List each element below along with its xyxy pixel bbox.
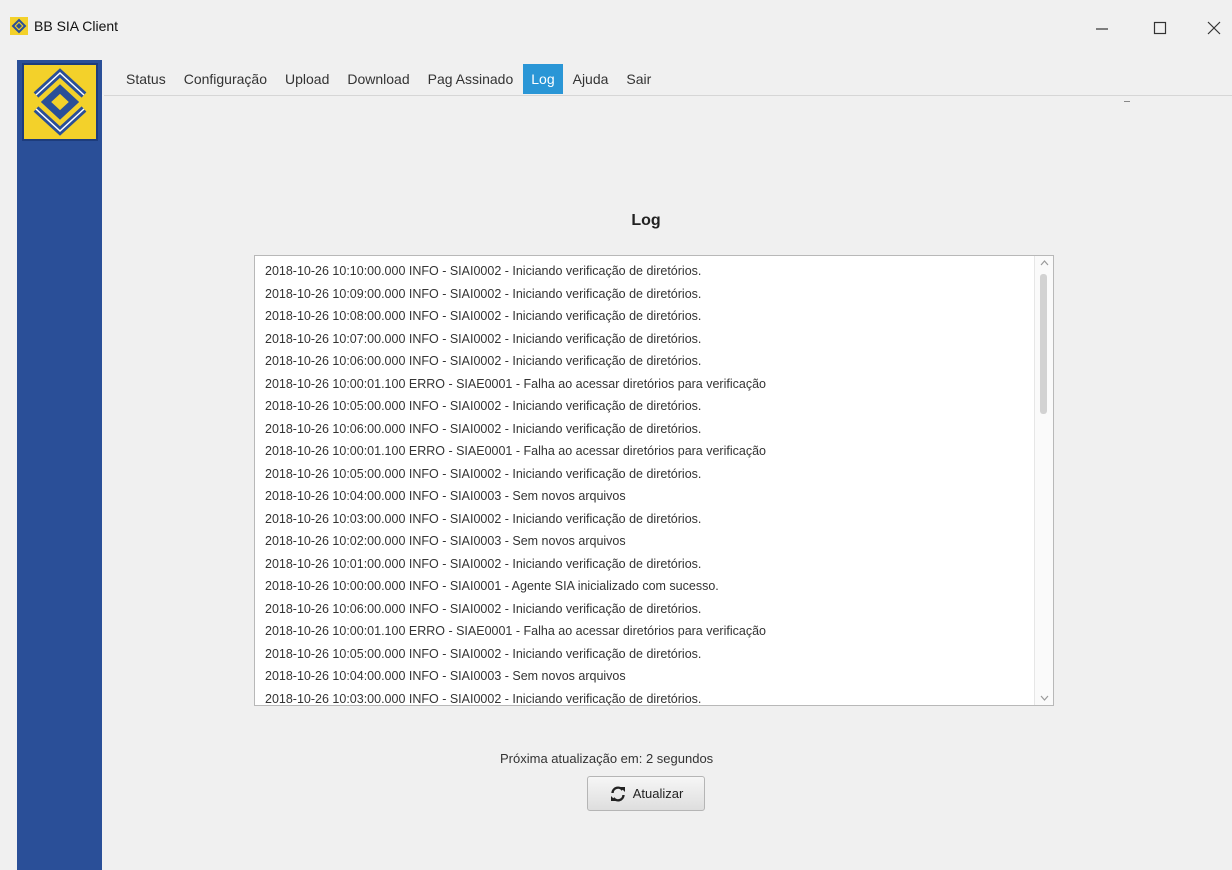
refresh-button[interactable]: Atualizar [587, 776, 705, 811]
maximize-button[interactable] [1140, 12, 1180, 44]
refresh-icon [610, 785, 625, 802]
scroll-up-icon[interactable] [1039, 258, 1049, 268]
log-line: 2018-10-26 10:09:00.000 INFO - SIAI0002 … [265, 286, 702, 301]
log-line: 2018-10-26 10:01:00.000 INFO - SIAI0002 … [265, 556, 702, 571]
log-line: 2018-10-26 10:04:00.000 INFO - SIAI0003 … [265, 489, 626, 503]
sidebar [17, 60, 102, 870]
log-line: 2018-10-26 10:00:01.100 ERRO - SIAE0001 … [265, 444, 766, 458]
divider-mark [1124, 101, 1130, 102]
log-line: 2018-10-26 10:03:00.000 INFO - SIAI0002 … [265, 691, 702, 706]
log-textarea[interactable]: 2018-10-26 10:10:00.000 INFO - SIAI0002 … [254, 255, 1054, 706]
menu-bar: Status Configuração Upload Download Pag … [118, 63, 661, 95]
menu-item-pag-assinado[interactable]: Pag Assinado [420, 64, 522, 94]
log-line: 2018-10-26 10:06:00.000 INFO - SIAI0002 … [265, 601, 702, 616]
minimize-icon [1096, 28, 1108, 30]
scroll-down-icon[interactable] [1039, 693, 1049, 703]
log-line: 2018-10-26 10:05:00.000 INFO - SIAI0002 … [265, 399, 702, 413]
log-line: 2018-10-26 10:06:00.000 INFO - SIAI0002 … [265, 421, 702, 436]
log-line: 2018-10-26 10:05:00.000 INFO - SIAI0002 … [265, 466, 702, 481]
menu-item-sair[interactable]: Sair [618, 64, 659, 94]
app-logo-icon [10, 17, 28, 35]
log-line: 2018-10-26 10:00:00.000 INFO - SIAI0001 … [265, 579, 719, 593]
window-title: BB SIA Client [34, 18, 119, 34]
log-line: 2018-10-26 10:04:00.000 INFO - SIAI0003 … [265, 669, 626, 683]
menu-item-status[interactable]: Status [118, 64, 174, 94]
next-update-text: Próxima atualização em: 2 segundos [500, 751, 714, 766]
vertical-scrollbar[interactable] [1034, 256, 1053, 705]
log-line: 2018-10-26 10:00:01.100 ERRO - SIAE0001 … [265, 376, 766, 391]
menu-item-upload[interactable]: Upload [277, 64, 337, 94]
log-line: 2018-10-26 10:10:00.000 INFO - SIAI0002 … [265, 264, 702, 278]
log-line: 2018-10-26 10:07:00.000 INFO - SIAI0002 … [265, 331, 702, 346]
log-line: 2018-10-26 10:02:00.000 INFO - SIAI0003 … [265, 534, 626, 548]
scroll-thumb[interactable] [1040, 274, 1047, 414]
menu-divider [104, 95, 1232, 96]
page-title: Log [631, 212, 661, 229]
menu-item-configuracao[interactable]: Configuração [176, 64, 275, 94]
log-lines: 2018-10-26 10:10:00.000 INFO - SIAI0002 … [265, 260, 1035, 706]
log-line: 2018-10-26 10:08:00.000 INFO - SIAI0002 … [265, 309, 702, 323]
menu-item-ajuda[interactable]: Ajuda [565, 64, 617, 94]
close-button[interactable] [1194, 12, 1232, 44]
maximize-icon [1153, 21, 1167, 35]
log-line: 2018-10-26 10:03:00.000 INFO - SIAI0002 … [265, 511, 702, 526]
menu-item-download[interactable]: Download [339, 64, 417, 94]
log-line: 2018-10-26 10:05:00.000 INFO - SIAI0002 … [265, 646, 702, 661]
close-icon [1207, 21, 1221, 35]
menu-item-log[interactable]: Log [523, 64, 563, 94]
bank-logo [22, 63, 98, 141]
minimize-button[interactable] [1082, 12, 1122, 44]
refresh-button-label: Atualizar [632, 786, 684, 801]
title-bar: BB SIA Client [0, 0, 1232, 56]
log-line: 2018-10-26 10:00:01.100 ERRO - SIAE0001 … [265, 624, 766, 638]
log-line: 2018-10-26 10:06:00.000 INFO - SIAI0002 … [265, 354, 702, 368]
bank-logo-icon [33, 68, 87, 136]
